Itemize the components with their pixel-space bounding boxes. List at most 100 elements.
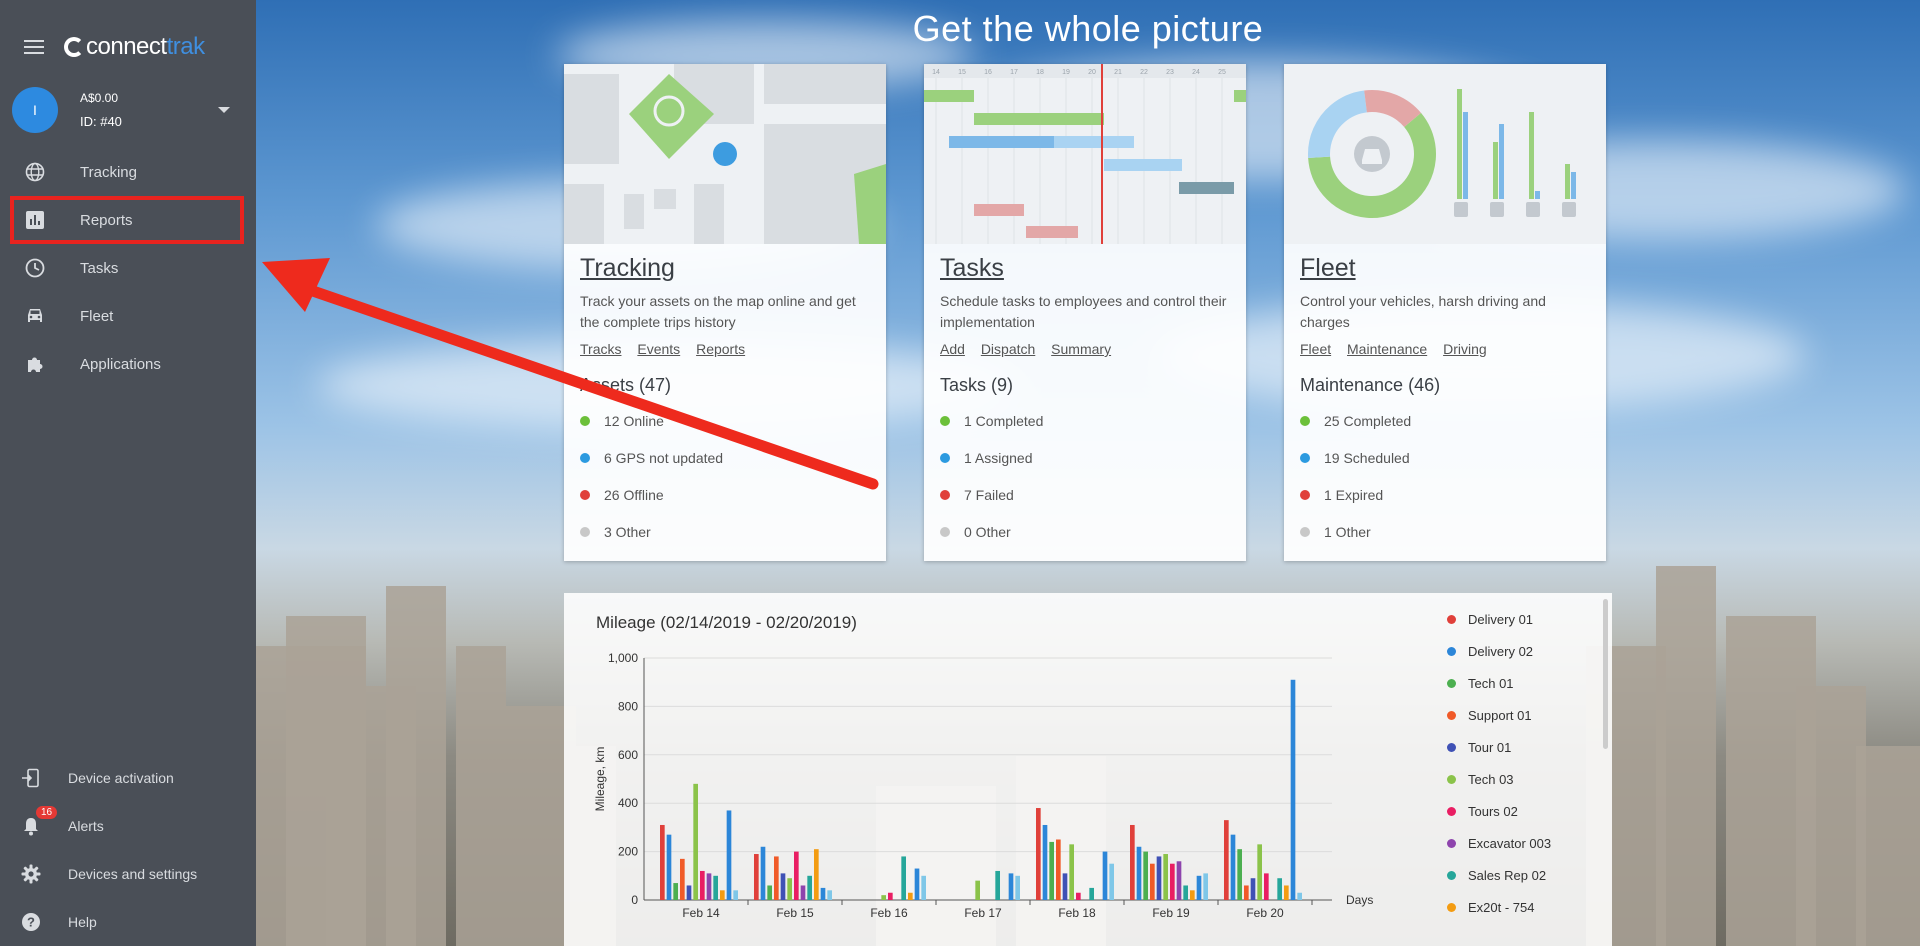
status-item[interactable]: 3 Other <box>580 513 870 550</box>
gantt-tick-label: 24 <box>1192 69 1200 76</box>
status-item[interactable]: 6 GPS not updated <box>580 439 870 476</box>
card-title[interactable]: Fleet <box>1300 254 1590 283</box>
building <box>386 586 446 946</box>
nav-item-alerts[interactable]: 16 Alerts <box>0 802 256 850</box>
bar <box>1143 851 1148 900</box>
status-item[interactable]: 1 Other <box>1300 513 1590 550</box>
status-text: 12 Online <box>604 412 664 429</box>
logo[interactable]: connect trak <box>64 33 205 61</box>
bar <box>881 895 886 900</box>
bar <box>660 824 665 900</box>
nav-item-reports[interactable]: Reports <box>10 196 244 244</box>
status-item[interactable]: 19 Scheduled <box>1300 439 1590 476</box>
legend-label: Ex20t - 754 <box>1468 899 1535 915</box>
bar <box>975 880 980 900</box>
gantt-illustration: 14 15 16 17 18 19 20 21 22 23 24 25 <box>924 64 1246 244</box>
fleet-link[interactable]: Fleet <box>1300 341 1331 357</box>
add-link[interactable]: Add <box>940 341 965 357</box>
bar <box>1102 851 1108 900</box>
bar <box>1250 878 1256 900</box>
tasks-card: 14 15 16 17 18 19 20 21 22 23 24 25 Tasks Schedule … <box>924 64 1246 561</box>
card-title[interactable]: Tasks <box>940 254 1230 283</box>
bar <box>1264 873 1269 900</box>
bar <box>693 783 698 900</box>
avatar[interactable]: I <box>12 87 58 133</box>
card-title[interactable]: Tracking <box>580 254 870 283</box>
gear-icon <box>20 863 42 885</box>
legend-item[interactable]: Ex20t - 754 <box>1447 891 1551 923</box>
nav-item-label: Help <box>68 914 97 930</box>
legend-item[interactable]: Support 01 <box>1447 699 1551 731</box>
dispatch-link[interactable]: Dispatch <box>981 341 1035 357</box>
bar <box>686 885 692 900</box>
nav-item-label: Alerts <box>68 818 104 834</box>
bar <box>1230 834 1236 900</box>
bar <box>1224 820 1229 900</box>
bar <box>1277 878 1282 900</box>
status-text: 19 Scheduled <box>1324 449 1410 466</box>
bar <box>901 856 906 900</box>
status-item[interactable]: 26 Offline <box>580 476 870 513</box>
legend-item[interactable]: Tour 01 <box>1447 731 1551 763</box>
bar <box>767 885 772 900</box>
bar <box>908 892 913 900</box>
bar <box>1069 844 1074 900</box>
legend-scrollbar[interactable] <box>1603 599 1608 749</box>
sidebar: connect trak I A$0.00 ID: #40 Tracking Re… <box>0 0 256 946</box>
menu-icon[interactable] <box>24 40 44 54</box>
maintenance-link[interactable]: Maintenance <box>1347 341 1427 357</box>
driving-link[interactable]: Driving <box>1443 341 1487 357</box>
legend-item[interactable]: Delivery 02 <box>1447 635 1551 667</box>
bar <box>787 878 792 900</box>
tracks-link[interactable]: Tracks <box>580 341 621 357</box>
legend-label: Excavator 003 <box>1468 835 1552 851</box>
status-dot <box>580 526 590 537</box>
bar <box>1036 808 1041 900</box>
summary-link[interactable]: Summary <box>1051 341 1111 357</box>
bar <box>1190 890 1195 900</box>
nav-item-label: Reports <box>80 211 133 229</box>
bar <box>673 883 678 900</box>
legend-item[interactable]: Tech 01 <box>1447 667 1551 699</box>
bar <box>754 854 759 900</box>
bar <box>720 890 725 900</box>
reports-link[interactable]: Reports <box>696 341 745 357</box>
status-item[interactable]: 1 Completed <box>940 402 1230 439</box>
legend-item[interactable]: Delivery 01 <box>1447 603 1551 635</box>
legend-swatch <box>1447 710 1456 720</box>
legend-item[interactable]: Sales Rep 02 <box>1447 859 1551 891</box>
status-item[interactable]: 1 Assigned <box>940 439 1230 476</box>
caret-down-icon[interactable] <box>218 107 230 113</box>
events-link[interactable]: Events <box>637 341 680 357</box>
account-switcher[interactable]: I A$0.00 ID: #40 <box>0 82 256 138</box>
nav-item-devices-settings[interactable]: Devices and settings <box>0 850 256 898</box>
bar <box>1150 863 1155 900</box>
nav-item-device-activation[interactable]: Device activation <box>0 754 256 802</box>
nav-item-tasks[interactable]: Tasks <box>0 244 256 292</box>
legend-item[interactable]: Excavator 003 <box>1447 827 1551 859</box>
legend-swatch <box>1447 614 1456 624</box>
nav-item-applications[interactable]: Applications <box>0 340 256 388</box>
x-tick-label: Feb 14 <box>682 906 720 920</box>
bar <box>1042 824 1048 900</box>
gantt-tick-label: 17 <box>1010 69 1018 76</box>
status-item[interactable]: 1 Expired <box>1300 476 1590 513</box>
card-description: Control your vehicles, harsh driving and… <box>1300 293 1546 330</box>
legend-item[interactable]: Tours 02 <box>1447 795 1551 827</box>
status-item[interactable]: 25 Completed <box>1300 402 1590 439</box>
status-item[interactable]: 7 Failed <box>940 476 1230 513</box>
nav-item-fleet[interactable]: Fleet <box>0 292 256 340</box>
nav-item-help[interactable]: ? Help <box>0 898 256 946</box>
bar <box>666 834 672 900</box>
status-item[interactable]: 12 Online <box>580 402 870 439</box>
legend-item[interactable]: Tech 03 <box>1447 763 1551 795</box>
legend-swatch <box>1447 870 1456 880</box>
status-item[interactable]: 0 Other <box>940 513 1230 550</box>
legend-label: Delivery 02 <box>1468 643 1534 659</box>
account-balance: A$0.00 <box>80 91 119 105</box>
bar-chart-icon <box>24 209 46 231</box>
nav-item-tracking[interactable]: Tracking <box>0 148 256 196</box>
legend-label: Delivery 01 <box>1468 611 1534 627</box>
status-text: 25 Completed <box>1324 412 1412 429</box>
bar <box>827 890 832 900</box>
